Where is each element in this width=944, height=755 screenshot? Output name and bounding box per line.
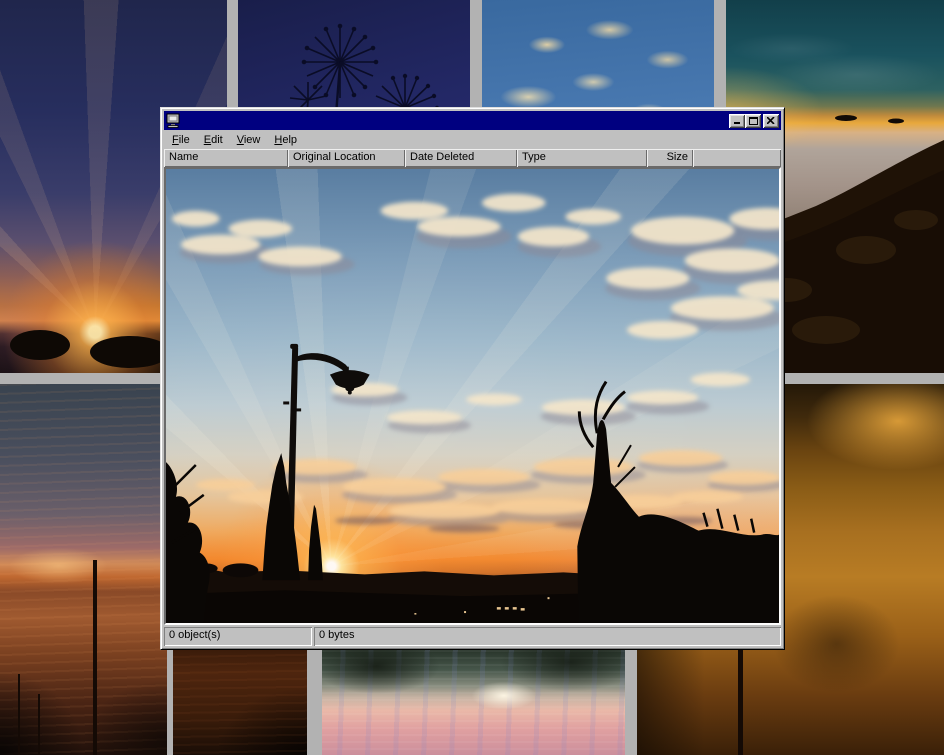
status-bytes: 0 bytes bbox=[314, 627, 781, 646]
close-icon bbox=[767, 117, 775, 124]
column-header-type[interactable]: Type bbox=[517, 149, 647, 167]
file-list-area[interactable] bbox=[164, 167, 781, 625]
status-objects: 0 object(s) bbox=[164, 627, 312, 646]
foliage-silhouette bbox=[10, 330, 70, 360]
wallpaper-photo-sunset-lake bbox=[0, 384, 167, 755]
menu-help[interactable]: Help bbox=[267, 132, 304, 149]
menu-file[interactable]: File bbox=[165, 132, 197, 149]
sunset-photo-scene bbox=[166, 169, 779, 623]
column-header-name[interactable]: Name bbox=[164, 149, 288, 167]
menu-bar: File Edit View Help bbox=[164, 131, 781, 149]
foliage-silhouette bbox=[90, 336, 170, 368]
column-header-original-location[interactable]: Original Location bbox=[288, 149, 405, 167]
minimize-button[interactable] bbox=[729, 114, 745, 128]
maximize-icon bbox=[749, 117, 758, 125]
column-header-filler bbox=[693, 149, 781, 167]
computer-icon bbox=[166, 113, 182, 128]
window-controls bbox=[729, 114, 779, 128]
menu-edit[interactable]: Edit bbox=[197, 132, 230, 149]
minimize-icon bbox=[733, 117, 741, 124]
column-headers: Name Original Location Date Deleted Type… bbox=[164, 149, 781, 167]
pole-silhouette bbox=[93, 560, 97, 755]
close-button[interactable] bbox=[763, 114, 779, 128]
pole-silhouette bbox=[38, 694, 40, 755]
street-lamp-silhouette bbox=[283, 344, 369, 567]
maximize-button[interactable] bbox=[745, 114, 761, 128]
column-header-date-deleted[interactable]: Date Deleted bbox=[405, 149, 517, 167]
status-bar: 0 object(s) 0 bytes bbox=[164, 627, 781, 646]
pole-silhouette bbox=[18, 674, 20, 755]
window-titlebar[interactable] bbox=[164, 111, 781, 130]
menu-view[interactable]: View bbox=[230, 132, 268, 149]
recycle-bin-window: File Edit View Help Name Original Locati… bbox=[160, 107, 785, 650]
column-header-size[interactable]: Size bbox=[647, 149, 693, 167]
